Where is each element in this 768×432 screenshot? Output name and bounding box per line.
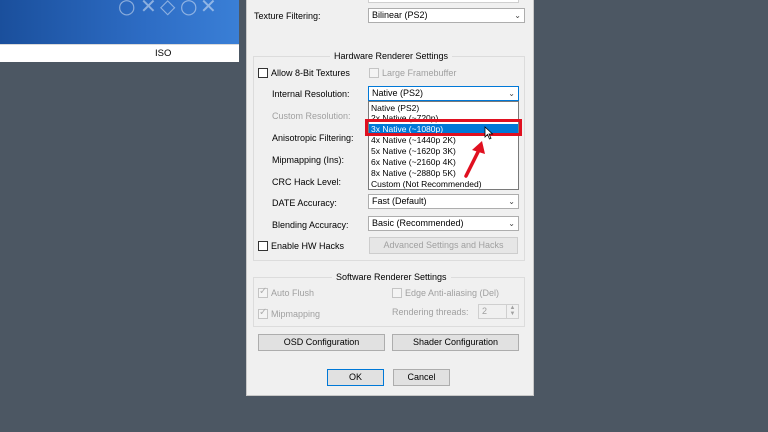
red-arrow-icon bbox=[464, 141, 485, 178]
shader-configuration-button[interactable]: Shader Configuration bbox=[392, 334, 519, 351]
texture-filtering-label: Texture Filtering: bbox=[254, 11, 321, 21]
allow-8bit-checkbox[interactable] bbox=[258, 68, 268, 78]
auto-flush-checkbox[interactable]: ✓ bbox=[258, 286, 268, 298]
large-framebuffer-checkbox[interactable] bbox=[369, 68, 379, 78]
texture-filtering-select[interactable]: Bilinear (PS2) ⌄ bbox=[368, 8, 525, 23]
rendering-threads-label: Rendering threads: bbox=[392, 307, 469, 317]
game-format-cell[interactable]: ISO bbox=[0, 44, 239, 63]
game-banner-image[interactable]: ○ ✕ ◇ ○ ✕ bbox=[0, 0, 239, 44]
circle-symbol-2: ○ bbox=[180, 0, 198, 18]
internal-resolution-dropdown-list[interactable]: Native (PS2) 2x Native (~720p) 3x Native… bbox=[368, 101, 519, 190]
software-renderer-group bbox=[253, 277, 525, 327]
resolution-option[interactable]: 4x Native (~1440p 2K) bbox=[369, 135, 518, 145]
ok-button[interactable]: OK bbox=[327, 369, 384, 386]
game-list-window: ○ ✕ ◇ ○ ✕ ISO bbox=[0, 0, 239, 62]
game-format-label: ISO bbox=[155, 48, 172, 59]
cross-symbol: ✕ bbox=[140, 0, 157, 18]
date-accuracy-select[interactable]: Fast (Default) ⌄ bbox=[368, 194, 519, 209]
internal-resolution-value: Native (PS2) bbox=[372, 88, 424, 98]
date-accuracy-label: DATE Accuracy: bbox=[272, 198, 337, 208]
chevron-down-icon: ⌄ bbox=[514, 11, 521, 20]
osd-configuration-button[interactable]: OSD Configuration bbox=[258, 334, 385, 351]
advanced-settings-button[interactable]: Advanced Settings and Hacks bbox=[369, 237, 518, 254]
rendering-threads-spinbox[interactable]: 2 ▲ ▼ bbox=[478, 304, 519, 319]
internal-resolution-select[interactable]: Native (PS2) ⌄ bbox=[368, 86, 519, 101]
sw-mipmapping-label: Mipmapping bbox=[271, 309, 321, 319]
blending-accuracy-value: Basic (Recommended) bbox=[372, 218, 464, 228]
edge-aa-checkbox[interactable] bbox=[392, 288, 402, 298]
diamond-symbol: ◇ bbox=[160, 0, 176, 18]
resolution-option[interactable]: 6x Native (~2160p 4K) bbox=[369, 157, 518, 167]
circle-symbol: ○ bbox=[118, 0, 136, 18]
enable-hw-hacks-checkbox[interactable] bbox=[258, 241, 268, 251]
chevron-down-icon: ⌄ bbox=[508, 89, 515, 98]
chevron-down-icon: ⌄ bbox=[508, 197, 515, 206]
blending-accuracy-select[interactable]: Basic (Recommended) ⌄ bbox=[368, 216, 519, 231]
resolution-option[interactable]: Native (PS2) bbox=[369, 103, 518, 113]
sw-mipmapping-checkbox[interactable]: ✓ bbox=[258, 307, 268, 319]
spin-arrows-icon[interactable]: ▲ ▼ bbox=[506, 305, 518, 318]
large-framebuffer-label: Large Framebuffer bbox=[382, 68, 457, 78]
auto-flush-label: Auto Flush bbox=[271, 288, 315, 298]
rendering-threads-value: 2 bbox=[482, 306, 488, 316]
date-accuracy-value: Fast (Default) bbox=[372, 196, 427, 206]
checkmark-icon: ✓ bbox=[259, 307, 268, 318]
resolution-option[interactable]: 8x Native (~2880p 5K) bbox=[369, 168, 518, 178]
cut-off-field bbox=[368, 0, 519, 3]
cross-symbol-2: ✕ bbox=[200, 0, 217, 18]
texture-filtering-value: Bilinear (PS2) bbox=[372, 10, 428, 20]
mipmapping-ins-label: Mipmapping (Ins): bbox=[272, 155, 345, 165]
resolution-option[interactable]: 5x Native (~1620p 3K) bbox=[369, 146, 518, 156]
internal-resolution-label: Internal Resolution: bbox=[272, 89, 350, 99]
checkmark-icon: ✓ bbox=[259, 286, 268, 297]
crc-hack-level-label: CRC Hack Level: bbox=[272, 177, 342, 187]
allow-8bit-label: Allow 8-Bit Textures bbox=[271, 68, 350, 78]
hardware-renderer-title: Hardware Renderer Settings bbox=[330, 51, 453, 61]
blending-accuracy-label: Blending Accuracy: bbox=[272, 220, 349, 230]
chevron-down-icon: ⌄ bbox=[508, 219, 515, 228]
enable-hw-hacks-label: Enable HW Hacks bbox=[271, 241, 345, 251]
resolution-option[interactable]: Custom (Not Recommended) bbox=[369, 179, 518, 189]
edge-aa-label: Edge Anti-aliasing (Del) bbox=[405, 288, 500, 298]
software-renderer-title: Software Renderer Settings bbox=[332, 272, 451, 282]
custom-resolution-label: Custom Resolution: bbox=[272, 111, 351, 121]
cancel-button[interactable]: Cancel bbox=[393, 369, 450, 386]
anisotropic-filtering-label: Anisotropic Filtering: bbox=[272, 133, 354, 143]
annotation-highlight-box bbox=[365, 119, 522, 136]
